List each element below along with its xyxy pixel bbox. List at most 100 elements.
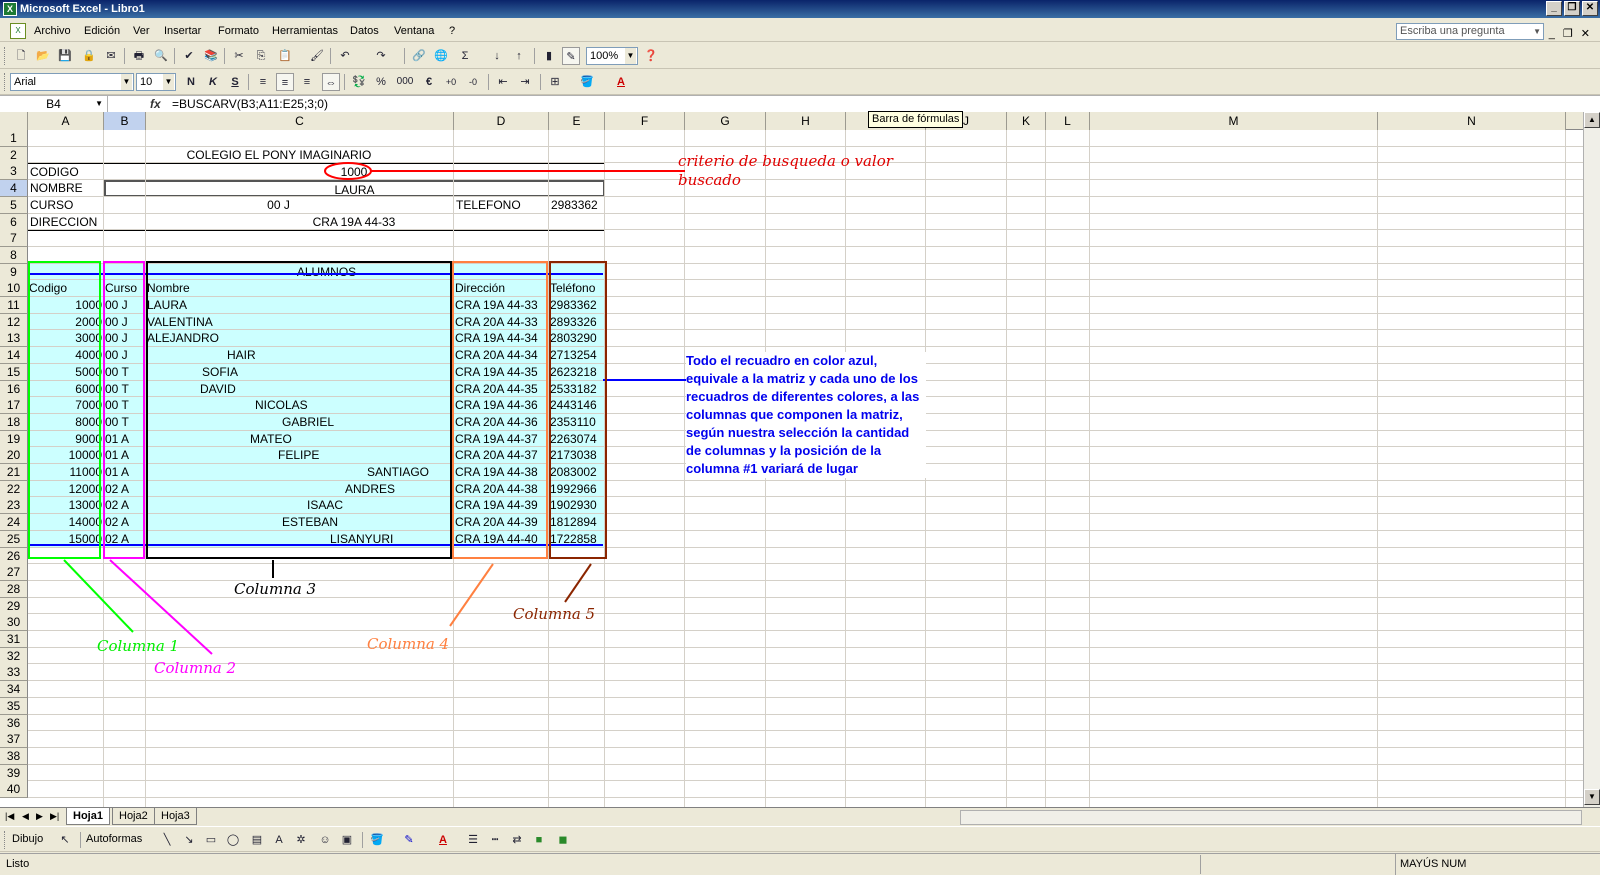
italic-button[interactable]: K <box>204 73 222 91</box>
table-cell-nombre[interactable]: HAIR <box>146 347 454 364</box>
menu-formato[interactable]: Formato <box>218 20 259 42</box>
table-cell-telefono[interactable]: 1902930 <box>549 497 605 514</box>
menu-herramientas[interactable]: Herramientas <box>272 20 338 42</box>
next-sheet-icon[interactable]: ▶ <box>36 811 43 822</box>
row-header-16[interactable]: 16 <box>0 380 28 398</box>
table-cell-direccion[interactable]: CRA 20A 44-37 <box>454 447 549 464</box>
row-header-20[interactable]: 20 <box>0 447 28 465</box>
diagram-icon[interactable]: ✲ <box>292 831 310 849</box>
row-header-35[interactable]: 35 <box>0 697 28 715</box>
table-cell-telefono[interactable]: 2623218 <box>549 364 605 381</box>
ask-question-input[interactable]: Escriba una pregunta ▼ <box>1396 23 1544 40</box>
table-cell-curso[interactable]: 00 T <box>104 414 146 431</box>
table-cell-curso[interactable]: 00 J <box>104 347 146 364</box>
table-cell-codigo[interactable]: 13000 <box>28 497 104 514</box>
table-cell-curso[interactable]: 00 T <box>104 397 146 414</box>
table-cell-curso[interactable]: 00 T <box>104 381 146 398</box>
row-header-4[interactable]: 4 <box>0 180 28 198</box>
curso-label-cell[interactable]: CURSO <box>28 196 104 214</box>
codigo-label-cell[interactable]: CODIGO <box>28 163 104 181</box>
column-header-k[interactable]: K <box>1007 112 1046 130</box>
row-header-27[interactable]: 27 <box>0 564 28 582</box>
menu-archivo[interactable]: Archivo <box>34 20 71 42</box>
align-center-icon[interactable]: ≡ <box>276 73 294 91</box>
table-cell-direccion[interactable]: CRA 19A 44-37 <box>454 431 549 448</box>
row-header-18[interactable]: 18 <box>0 413 28 431</box>
column-header-d[interactable]: D <box>454 112 549 130</box>
undo-icon[interactable]: ↶ <box>336 47 354 65</box>
table-cell-telefono[interactable]: 2353110 <box>549 414 605 431</box>
table-header-5[interactable]: Teléfono <box>549 280 605 297</box>
save-icon[interactable]: 💾 <box>56 47 74 65</box>
table-cell-direccion[interactable]: CRA 19A 44-40 <box>454 531 549 548</box>
menu-help[interactable]: ? <box>449 20 455 42</box>
table-cell-codigo[interactable]: 8000 <box>28 414 104 431</box>
row-header-32[interactable]: 32 <box>0 647 28 665</box>
toolbar-grip[interactable] <box>4 73 7 91</box>
drawing-toggle-icon[interactable]: ✎ <box>562 47 580 65</box>
globe-icon[interactable]: 🌐 <box>432 47 450 65</box>
clipart-icon[interactable]: ☺ <box>316 831 334 849</box>
3d-icon[interactable]: ◼ <box>554 831 572 849</box>
direccion-label-cell[interactable]: DIRECCION <box>28 213 104 231</box>
table-cell-curso[interactable]: 02 A <box>104 497 146 514</box>
table-cell-telefono[interactable]: 2443146 <box>549 397 605 414</box>
doc-minimize-button[interactable]: _ <box>1549 23 1555 45</box>
row-header-10[interactable]: 10 <box>0 280 28 298</box>
research-icon[interactable]: 📚 <box>202 47 220 65</box>
formula-input[interactable]: =BUSCARV(B3;A11:E25;3;0) <box>172 96 328 112</box>
email-icon[interactable]: ✉ <box>102 47 120 65</box>
rectangle-icon[interactable]: ▭ <box>202 831 220 849</box>
column-header-h[interactable]: H <box>766 112 846 130</box>
row-header-3[interactable]: 3 <box>0 163 28 181</box>
row-header-40[interactable]: 40 <box>0 781 28 799</box>
table-title-cell[interactable]: ALUMNOS <box>104 264 549 281</box>
table-cell-direccion[interactable]: CRA 20A 44-34 <box>454 347 549 364</box>
restore-button[interactable]: ❐ <box>1564 1 1580 16</box>
curso-value-cell[interactable]: 00 J <box>104 196 454 214</box>
table-cell-telefono[interactable]: 2173038 <box>549 447 605 464</box>
table-cell-direccion[interactable]: CRA 20A 44-38 <box>454 481 549 498</box>
table-cell-telefono[interactable]: 1812894 <box>549 514 605 531</box>
table-cell-direccion[interactable]: CRA 20A 44-36 <box>454 414 549 431</box>
row-header-36[interactable]: 36 <box>0 714 28 732</box>
telefono-value-cell[interactable]: 2983362 <box>549 196 605 214</box>
telefono-label-cell[interactable]: TELEFONO <box>454 196 549 214</box>
table-cell-nombre[interactable]: ISAAC <box>146 497 454 514</box>
bold-button[interactable]: N <box>182 73 200 91</box>
chevron-down-icon[interactable]: ▼ <box>1533 24 1541 39</box>
print-preview-icon[interactable]: 🔍 <box>152 47 170 65</box>
print-icon[interactable]: 🖶 <box>130 47 148 65</box>
column-header-f[interactable]: F <box>605 112 685 130</box>
table-cell-direccion[interactable]: CRA 19A 44-36 <box>454 397 549 414</box>
table-header-1[interactable]: Codigo <box>28 280 104 297</box>
doc-restore-button[interactable]: ❐ <box>1563 23 1573 45</box>
font-select[interactable]: Arial ▼ <box>10 73 134 91</box>
increase-decimal-icon[interactable]: +0 <box>442 73 460 91</box>
help-icon[interactable]: ❓ <box>642 47 660 65</box>
row-header-17[interactable]: 17 <box>0 397 28 415</box>
line-icon[interactable]: ╲ <box>158 831 176 849</box>
menu-ver[interactable]: Ver <box>133 20 150 42</box>
arrow-style-icon[interactable]: ⇄ <box>508 831 526 849</box>
table-cell-direccion[interactable]: CRA 20A 44-39 <box>454 514 549 531</box>
row-header-29[interactable]: 29 <box>0 597 28 615</box>
column-header-g[interactable]: G <box>685 112 766 130</box>
percent-button[interactable]: % <box>372 73 390 91</box>
menu-edicion[interactable]: Edición <box>84 20 120 42</box>
column-header-a[interactable]: A <box>28 112 104 130</box>
euro-button[interactable]: € <box>420 73 438 91</box>
row-header-7[interactable]: 7 <box>0 230 28 248</box>
chart-wizard-icon[interactable]: ▮ <box>540 47 558 65</box>
table-cell-telefono[interactable]: 1722858 <box>549 531 605 548</box>
chevron-down-icon[interactable]: ▼ <box>163 74 174 90</box>
table-cell-curso[interactable]: 02 A <box>104 531 146 548</box>
font-size-select[interactable]: 10 ▼ <box>136 73 176 91</box>
borders-icon[interactable]: ⊞ <box>546 73 564 91</box>
sheet-tab-hoja1[interactable]: Hoja1 <box>66 808 110 825</box>
table-header-4[interactable]: Dirección <box>454 280 549 297</box>
format-painter-icon[interactable]: 🖌 <box>308 47 326 65</box>
menu-ventana[interactable]: Ventana <box>394 20 434 42</box>
table-cell-curso[interactable]: 00 J <box>104 330 146 347</box>
table-cell-nombre[interactable]: LAURA <box>146 297 454 314</box>
